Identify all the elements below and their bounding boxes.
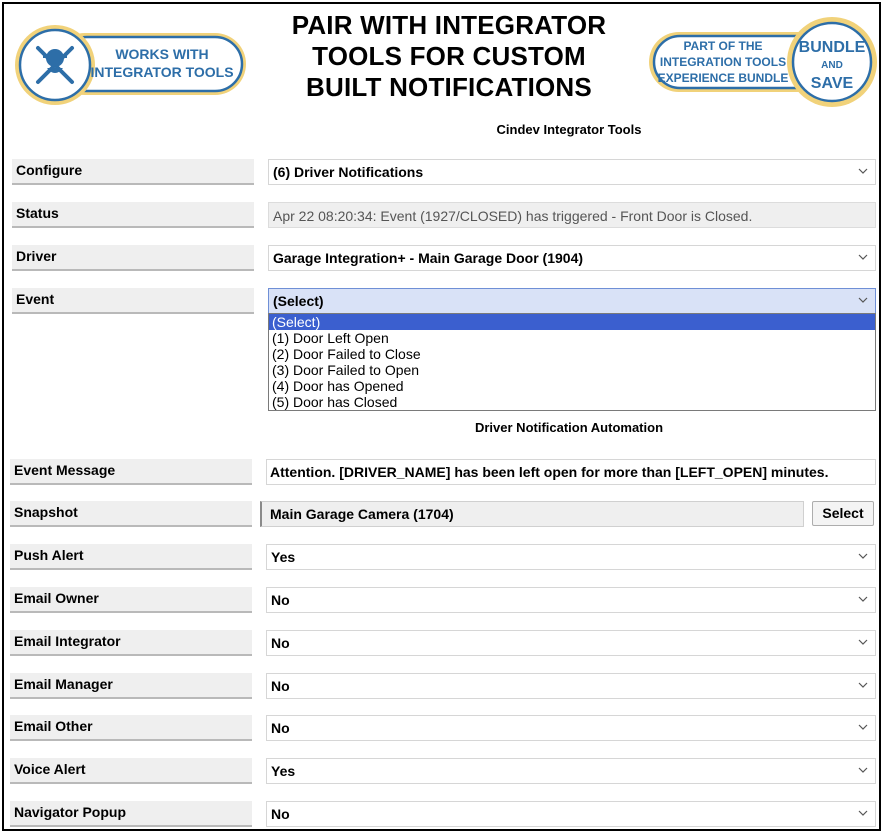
event-label: Event	[12, 288, 254, 314]
banner-headline-line-2: TOOLS FOR CUSTOM	[312, 41, 586, 71]
chevron-down-icon	[858, 596, 868, 602]
email-other-value: No	[271, 720, 290, 736]
email-owner-select[interactable]: No	[266, 587, 876, 613]
driver-select-value: Garage Integration+ - Main Garage Door (…	[273, 250, 584, 266]
seal-text-bundle: BUNDLE	[799, 39, 866, 56]
email-integrator-select[interactable]: No	[266, 630, 876, 656]
voice-alert-select[interactable]: Yes	[266, 758, 876, 784]
chevron-down-icon	[858, 639, 868, 645]
driver-label: Driver	[12, 245, 254, 271]
configure-select[interactable]: (6) Driver Notifications	[268, 159, 876, 185]
chevron-down-icon	[858, 254, 868, 260]
banner-headline: PAIR WITH INTEGRATOR TOOLS FOR CUSTOM BU…	[274, 10, 624, 103]
event-select[interactable]: (Select)	[268, 288, 876, 314]
chevron-down-icon	[858, 810, 868, 816]
email-manager-select[interactable]: No	[266, 673, 876, 699]
snapshot-field: Main Garage Camera (1704)	[260, 501, 804, 527]
chevron-down-icon	[858, 168, 868, 174]
event-option-select[interactable]: (Select)	[269, 314, 875, 330]
bundle-and-save-badge: PART OF THE INTEGRATION TOOLS EXPERIENCE…	[649, 17, 877, 107]
chevron-down-icon	[858, 682, 868, 688]
badge-text-experience-bundle: EXPERIENCE BUNDLE	[658, 71, 789, 85]
chevron-down-icon	[858, 767, 868, 773]
configure-label: Configure	[12, 159, 254, 185]
email-owner-label: Email Owner	[10, 587, 252, 613]
push-alert-select[interactable]: Yes	[266, 544, 876, 570]
navigator-popup-label: Navigator Popup	[10, 801, 252, 827]
app-title: Cindev Integrator Tools	[496, 122, 642, 137]
email-integrator-value: No	[271, 635, 290, 651]
event-message-input[interactable]: Attention. [DRIVER_NAME] has been left o…	[266, 459, 876, 485]
event-option-door-has-opened[interactable]: (4) Door has Opened	[269, 378, 875, 394]
banner-headline-line-1: PAIR WITH INTEGRATOR	[291, 10, 607, 40]
email-other-select[interactable]: No	[266, 715, 876, 741]
email-manager-label: Email Manager	[10, 673, 252, 699]
navigator-popup-select[interactable]: No	[266, 801, 876, 827]
email-owner-value: No	[271, 592, 290, 608]
badge-text-integration-tools: INTEGRATION TOOLS	[660, 55, 786, 69]
banner-headline-line-3: BUILT NOTIFICATIONS	[306, 72, 592, 102]
event-option-door-failed-to-close[interactable]: (2) Door Failed to Close	[269, 346, 875, 362]
chevron-down-icon	[858, 297, 868, 303]
configure-select-value: (6) Driver Notifications	[273, 164, 424, 180]
event-select-value: (Select)	[273, 293, 324, 309]
status-label: Status	[12, 202, 254, 228]
snapshot-select-button[interactable]: Select	[812, 501, 874, 526]
event-option-door-has-closed[interactable]: (5) Door has Closed	[269, 394, 875, 410]
badge-text-integrator-tools: INTEGRATOR TOOLS	[90, 64, 233, 80]
snapshot-label: Snapshot	[10, 501, 252, 527]
event-option-door-failed-to-open[interactable]: (3) Door Failed to Open	[269, 362, 875, 378]
voice-alert-label: Voice Alert	[10, 758, 252, 784]
works-with-integrator-tools-badge: WORKS WITH INTEGRATOR TOOLS	[15, 25, 246, 105]
badge-text-works-with: WORKS WITH	[115, 46, 208, 62]
chevron-down-icon	[858, 553, 868, 559]
push-alert-value: Yes	[271, 549, 296, 565]
section-title: Driver Notification Automation	[474, 420, 664, 435]
badge-text-part-of-the: PART OF THE	[683, 39, 762, 53]
app-window: WORKS WITH INTEGRATOR TOOLS PAIR WITH IN…	[2, 2, 881, 831]
event-option-door-left-open[interactable]: (1) Door Left Open	[269, 330, 875, 346]
event-message-label: Event Message	[10, 459, 252, 485]
driver-select[interactable]: Garage Integration+ - Main Garage Door (…	[268, 245, 876, 271]
seal-text-and: AND	[821, 60, 843, 71]
navigator-popup-value: No	[271, 806, 290, 822]
status-field: Apr 22 08:20:34: Event (1927/CLOSED) has…	[268, 202, 876, 228]
email-manager-value: No	[271, 678, 290, 694]
email-integrator-label: Email Integrator	[10, 630, 252, 656]
voice-alert-value: Yes	[271, 763, 296, 779]
push-alert-label: Push Alert	[10, 544, 252, 570]
email-other-label: Email Other	[10, 715, 252, 741]
event-dropdown-list: (Select) (1) Door Left Open (2) Door Fai…	[268, 313, 876, 411]
chevron-down-icon	[858, 724, 868, 730]
seal-text-save: SAVE	[811, 75, 854, 92]
